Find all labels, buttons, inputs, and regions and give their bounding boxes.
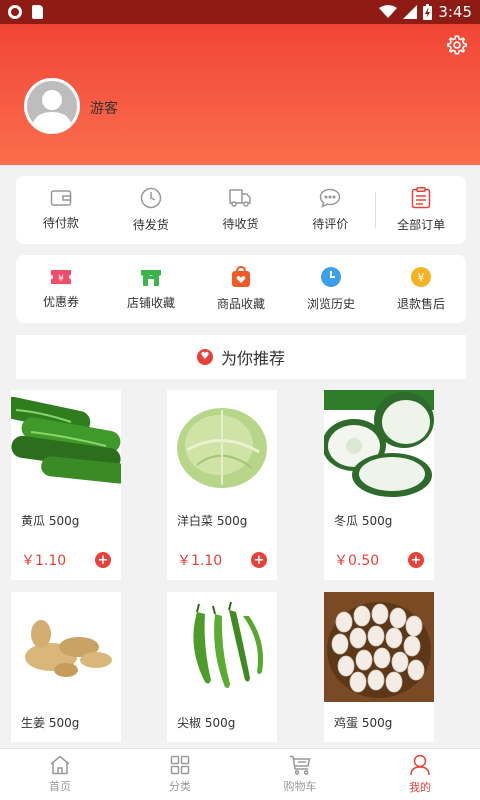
signal-icon <box>403 5 418 19</box>
order-status-card: 待付款 待发货 待收货 待评价 全部订单 <box>16 176 466 244</box>
order-pending-payment[interactable]: 待付款 <box>16 176 106 244</box>
heart-icon: ♥ <box>196 349 213 365</box>
product-name: 黄瓜 500g <box>21 514 80 528</box>
wallet-icon <box>50 190 72 206</box>
service-refund[interactable]: ¥ 退款售后 <box>376 255 466 323</box>
nav-category[interactable]: 分类 <box>120 749 240 800</box>
avatar[interactable] <box>24 78 80 134</box>
order-all[interactable]: 全部订单 <box>376 176 466 244</box>
bottom-navigation: 首页 分类 购物车 我的 <box>0 748 480 800</box>
profile-header: 游客 <box>0 24 480 165</box>
product-image-ginger[interactable] <box>11 592 121 702</box>
username[interactable]: 游客 <box>90 98 118 118</box>
product-image-wax-gourd[interactable] <box>324 390 434 500</box>
recommend-header: ♥ 为你推荐 <box>16 335 466 379</box>
home-icon <box>50 755 70 775</box>
service-product-favorites[interactable]: 商品收藏 <box>196 255 286 323</box>
product-name: 洋白菜 500g <box>177 514 248 528</box>
service-coupons[interactable]: ¥ 优惠券 <box>16 255 106 323</box>
nav-cart[interactable]: 购物车 <box>240 749 360 800</box>
category-grid-icon <box>170 755 190 775</box>
status-time: 3:45 <box>438 3 472 21</box>
product-card[interactable]: 黄瓜 500g ￥1.10 + <box>11 390 121 580</box>
svg-text:¥: ¥ <box>418 271 425 284</box>
order-label: 待收货 <box>222 217 259 231</box>
product-price: ￥1.10 <box>177 553 223 569</box>
service-browse-history[interactable]: 浏览历史 <box>286 255 376 323</box>
add-to-cart-button[interactable]: + <box>251 552 267 568</box>
cart-icon <box>290 755 311 775</box>
product-image-cucumber[interactable] <box>11 390 121 500</box>
status-bar: 3:45 <box>0 0 480 24</box>
svg-text:¥: ¥ <box>58 274 64 284</box>
clock-icon <box>140 187 161 209</box>
truck-icon <box>229 189 252 207</box>
nav-label: 购物车 <box>283 780 317 793</box>
product-price: ￥0.50 <box>334 553 380 569</box>
product-card[interactable]: 生姜 500g <box>11 592 121 742</box>
order-label: 待评价 <box>312 217 349 231</box>
product-image-eggs[interactable] <box>324 592 434 702</box>
service-label: 浏览历史 <box>306 297 355 311</box>
order-pending-receipt[interactable]: 待收货 <box>196 176 286 244</box>
coupon-icon: ¥ <box>51 270 71 284</box>
battery-icon <box>423 4 433 20</box>
user-avatar-icon <box>32 90 72 131</box>
shop-icon <box>141 270 161 286</box>
nav-label: 首页 <box>49 780 71 793</box>
service-label: 商品收藏 <box>216 297 265 311</box>
product-image-cabbage[interactable] <box>167 390 277 500</box>
product-name: 鸡蛋 500g <box>334 716 393 730</box>
service-label: 店铺收藏 <box>126 296 175 310</box>
comment-icon <box>320 188 341 208</box>
service-shop-favorites[interactable]: 店铺收藏 <box>106 255 196 323</box>
services-card: ¥ 优惠券 店铺收藏 商品收藏 浏览历史 ¥ 退款售后 <box>16 255 466 323</box>
nav-profile[interactable]: 我的 <box>360 749 480 800</box>
gear-icon <box>447 35 467 55</box>
profile-icon <box>410 754 430 776</box>
notification-icon <box>8 5 22 19</box>
nav-home[interactable]: 首页 <box>0 749 120 800</box>
add-to-cart-button[interactable]: + <box>408 552 424 568</box>
wifi-icon <box>379 5 398 18</box>
order-label: 待付款 <box>42 216 79 230</box>
bag-heart-icon <box>232 266 250 287</box>
order-pending-shipment[interactable]: 待发货 <box>106 176 196 244</box>
service-label: 退款售后 <box>396 297 445 311</box>
product-price: ￥1.10 <box>21 553 67 569</box>
order-list-icon <box>411 187 431 209</box>
nav-label: 分类 <box>169 780 191 793</box>
product-card[interactable]: 尖椒 500g <box>167 592 277 742</box>
settings-button[interactable] <box>444 32 470 58</box>
recommend-title: 为你推荐 <box>220 349 285 368</box>
order-pending-review[interactable]: 待评价 <box>285 176 375 244</box>
service-label: 优惠券 <box>42 295 79 309</box>
product-name: 生姜 500g <box>21 716 80 730</box>
product-name: 尖椒 500g <box>177 716 236 730</box>
order-label: 待发货 <box>132 218 169 232</box>
product-card[interactable]: 鸡蛋 500g <box>324 592 434 742</box>
order-label: 全部订单 <box>397 218 446 232</box>
product-card[interactable]: 洋白菜 500g ￥1.10 + <box>167 390 277 580</box>
sd-card-icon <box>32 5 43 19</box>
product-image-green-pepper[interactable] <box>167 592 277 702</box>
product-card[interactable]: 冬瓜 500g ￥0.50 + <box>324 390 434 580</box>
add-to-cart-button[interactable]: + <box>95 552 111 568</box>
product-name: 冬瓜 500g <box>334 514 393 528</box>
nav-label: 我的 <box>409 781 431 794</box>
refund-icon: ¥ <box>411 267 431 287</box>
history-clock-icon <box>321 267 341 287</box>
